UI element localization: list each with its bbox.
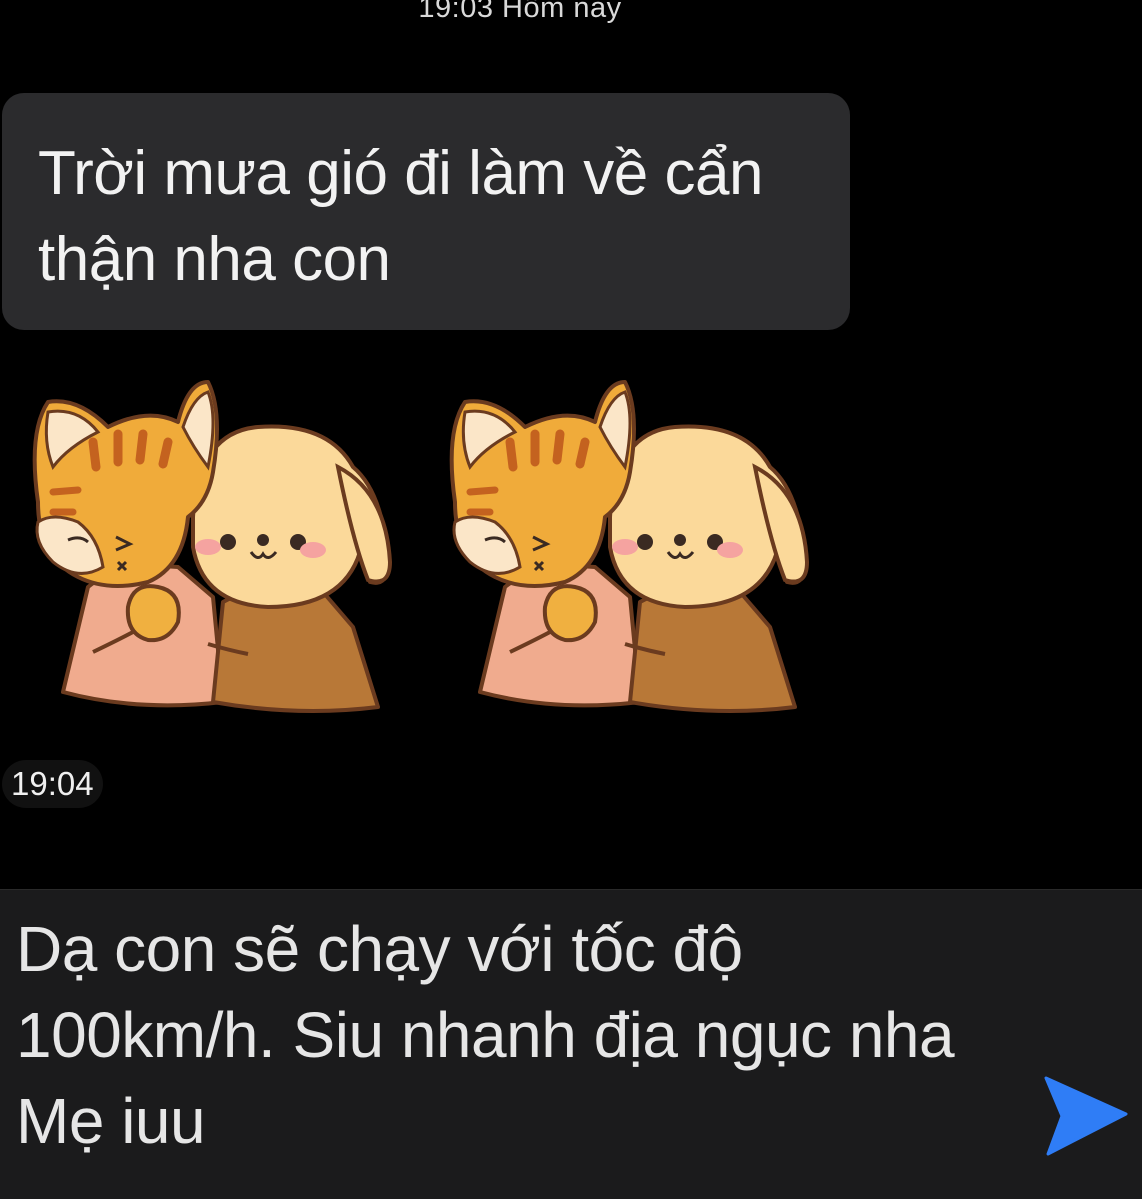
cat-hugging-dog-sticker[interactable] [8,372,408,717]
date-timestamp: 19:03 Hôm nay [418,0,622,24]
message-input[interactable]: Dạ con sẽ chạy với tốc độ 100km/h. Siu n… [16,906,1016,1164]
message-composer[interactable]: Dạ con sẽ chạy với tốc độ 100km/h. Siu n… [0,889,1142,1199]
message-time-label: 19:04 [2,760,103,808]
cat-hugging-dog-sticker[interactable] [425,372,825,717]
incoming-message-bubble[interactable]: Trời mưa gió đi làm về cẩn thận nha con [2,93,850,330]
send-arrow-icon[interactable] [1040,1074,1130,1158]
message-text: Trời mưa gió đi làm về cẩn thận nha con [38,139,763,294]
chat-screen: 19:03 Hôm nay Trời mưa gió đi làm về cẩn… [0,0,1142,1199]
